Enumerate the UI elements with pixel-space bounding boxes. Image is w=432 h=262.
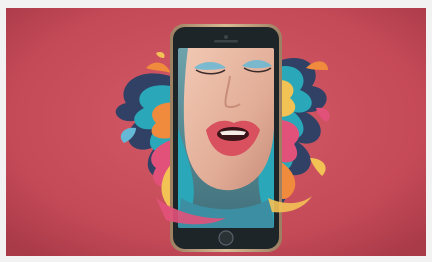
home-button	[218, 230, 234, 246]
image-frame	[0, 0, 432, 262]
phone-screen	[178, 48, 274, 228]
artwork	[6, 8, 426, 256]
illustration	[6, 8, 426, 256]
camera-dot	[224, 35, 228, 39]
earpiece	[214, 40, 238, 43]
face	[183, 48, 274, 191]
